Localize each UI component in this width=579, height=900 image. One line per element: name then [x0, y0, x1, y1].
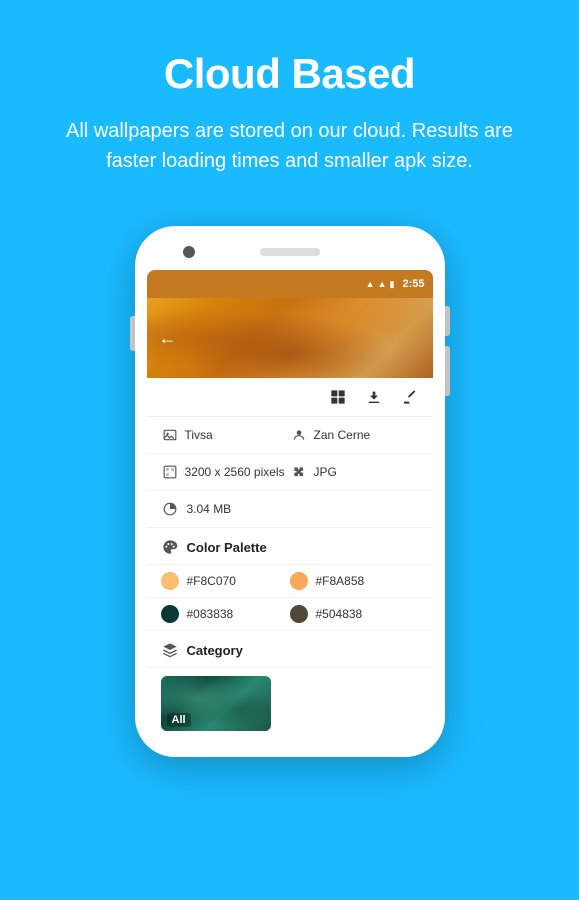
status-icons: ▲ ▲ ▮ [366, 279, 395, 290]
wifi-icon: ▲ [366, 279, 375, 289]
color-col-2: #F8A858 [290, 572, 419, 590]
battery-icon: ▮ [390, 279, 395, 290]
color-palette-header: Color Palette [147, 528, 433, 565]
color-hex-1: #F8C070 [187, 574, 236, 588]
category-thumb-image: All [161, 676, 271, 731]
wallpaper-swirl-overlay [147, 298, 433, 378]
color-row-2: #083838 #504838 [147, 598, 433, 631]
volume-left-button [130, 316, 135, 351]
image-icon [161, 426, 179, 444]
phone-screen: ▲ ▲ ▮ 2:55 ← [147, 270, 433, 739]
contributor-name: Zan Cerne [314, 428, 371, 442]
category-all-label: All [167, 713, 191, 727]
header-section: Cloud Based All wallpapers are stored on… [0, 0, 579, 206]
color-dot-2 [290, 572, 308, 590]
toolbar-row [147, 378, 433, 417]
pie-icon [161, 500, 179, 518]
category-title: Category [187, 643, 243, 658]
phone-top [147, 244, 433, 260]
info-row-author: Tivsa Zan Cerne [147, 417, 433, 454]
volume-button [445, 346, 450, 396]
wallpaper-preview: ← [147, 298, 433, 378]
layers-icon [161, 641, 179, 659]
phone-container: ▲ ▲ ▮ 2:55 ← [135, 226, 445, 757]
page-title: Cloud Based [40, 50, 539, 98]
person-icon [290, 426, 308, 444]
grid-icon[interactable] [327, 386, 349, 408]
color-hex-2: #F8A858 [316, 574, 365, 588]
time-display: 2:55 [402, 278, 424, 290]
color-hex-4: #504838 [316, 607, 363, 621]
info-col-contributor: Zan Cerne [290, 426, 419, 444]
color-palette-title: Color Palette [187, 540, 267, 555]
color-col-1: #F8C070 [161, 572, 290, 590]
back-arrow-icon[interactable]: ← [159, 328, 177, 349]
category-thumb-all[interactable]: All [161, 676, 271, 731]
color-hex-3: #083838 [187, 607, 234, 621]
signal-icon: ▲ [378, 279, 387, 289]
camera [183, 246, 195, 258]
info-col-format: JPG [290, 463, 419, 481]
info-row-filesize: 3.04 MB [147, 491, 433, 528]
download-icon[interactable] [363, 386, 385, 408]
color-dot-1 [161, 572, 179, 590]
palette-icon [161, 538, 179, 556]
category-images-row: All [147, 668, 433, 739]
color-palette-section: Color Palette #F8C070 #F8A858 #0 [147, 528, 433, 631]
page-subtitle: All wallpapers are stored on our cloud. … [40, 116, 539, 176]
status-bar: ▲ ▲ ▮ 2:55 [147, 270, 433, 298]
phone-frame: ▲ ▲ ▮ 2:55 ← [135, 226, 445, 757]
image-format: JPG [314, 465, 337, 479]
speaker [260, 248, 320, 256]
artist-name: Tivsa [185, 428, 213, 442]
color-col-4: #504838 [290, 605, 419, 623]
puzzle-icon [290, 463, 308, 481]
dimensions-icon [161, 463, 179, 481]
info-col-size: 3200 x 2560 pixels [161, 463, 290, 481]
category-section: Category All [147, 631, 433, 739]
color-row-1: #F8C070 #F8A858 [147, 565, 433, 598]
color-dot-3 [161, 605, 179, 623]
brush-icon[interactable] [399, 386, 421, 408]
image-dimensions: 3200 x 2560 pixels [185, 465, 285, 479]
info-section: Tivsa Zan Cerne 3200 x [147, 417, 433, 528]
category-header: Category [147, 631, 433, 668]
color-col-3: #083838 [161, 605, 290, 623]
color-dot-4 [290, 605, 308, 623]
file-size: 3.04 MB [187, 502, 232, 516]
info-row-dimensions: 3200 x 2560 pixels JPG [147, 454, 433, 491]
power-button [445, 306, 450, 336]
info-col-artist: Tivsa [161, 426, 290, 444]
